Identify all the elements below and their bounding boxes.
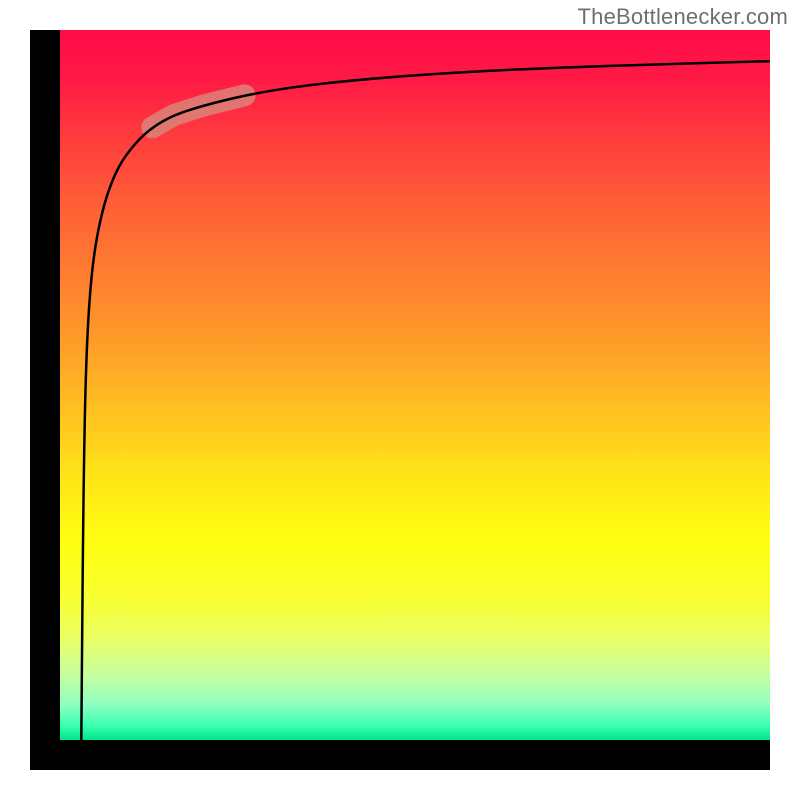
plot-area bbox=[60, 30, 770, 740]
chart-frame bbox=[30, 30, 770, 770]
x-axis-bar bbox=[30, 740, 770, 770]
curve-svg bbox=[60, 30, 770, 740]
bottleneck-curve bbox=[81, 61, 770, 740]
y-axis-bar bbox=[30, 30, 60, 770]
watermark-text: TheBottlenecker.com bbox=[578, 4, 788, 30]
